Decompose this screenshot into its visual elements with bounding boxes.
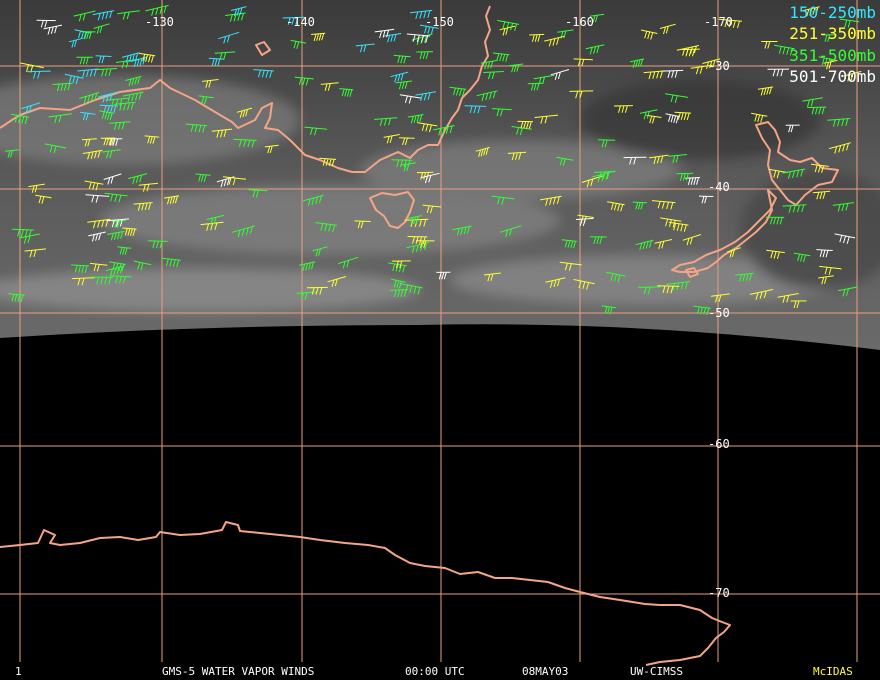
frame-number: 1 [15,665,22,678]
latitude-label: -50 [708,306,730,320]
valid-date: 08MAY03 [522,665,569,678]
wind-map [0,0,880,680]
system-label: McIDAS [813,665,853,678]
latitude-label: -30 [708,59,730,73]
source-label: UW-CIMSS [630,665,683,678]
latitude-label: -40 [708,180,730,194]
legend-351-500mb: 351-500mb [789,46,876,65]
product-title: GMS-5 WATER VAPOR WINDS [162,665,315,678]
latitude-label: -60 [708,437,730,451]
longitude-label: -150 [425,15,454,29]
legend-251-350mb: 251-350mb [789,24,876,43]
latitude-label: -70 [708,586,730,600]
longitude-label: -130 [145,15,174,29]
longitude-label: -140 [286,15,315,29]
longitude-label: -160 [565,15,594,29]
legend-501-700mb: 501-700mb [789,67,876,86]
legend-150-250mb: 150-250mb [789,3,876,22]
longitude-label: -170 [704,15,733,29]
valid-time: 00:00 UTC [405,665,465,678]
